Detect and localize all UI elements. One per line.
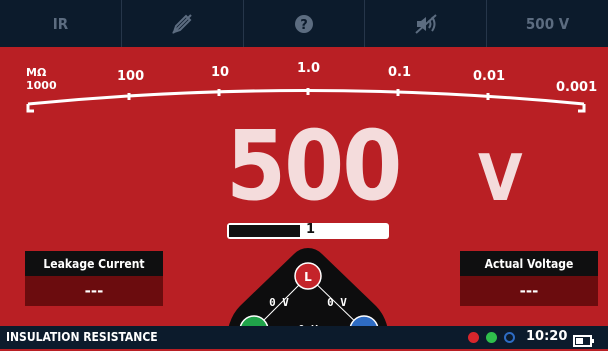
sound-button[interactable] <box>365 0 488 47</box>
help-icon: ? <box>293 13 315 35</box>
level-bar-fill <box>229 225 300 237</box>
test-voltage-button[interactable]: 500 V <box>487 0 608 47</box>
test-voltage-label: 500 V <box>525 14 570 33</box>
svg-text:?: ? <box>300 18 308 33</box>
tick-label: 0.01 <box>473 69 506 84</box>
edit-button[interactable] <box>122 0 244 47</box>
level-bar: 1 <box>227 223 389 239</box>
terminal-l-label: L <box>304 270 312 284</box>
actual-voltage-box: Actual Voltage --- <box>460 251 598 306</box>
mode-button[interactable]: IR <box>0 0 122 47</box>
mode-label: IR <box>52 14 69 33</box>
mode-name: INSULATION RESISTANCE <box>6 330 158 344</box>
actual-voltage-title: Actual Voltage <box>460 251 598 276</box>
tick-label: 0.1 <box>388 65 412 80</box>
reading-value: 500 <box>226 110 402 222</box>
l-n-voltage: 0 V <box>327 296 347 309</box>
leakage-current-value: --- <box>25 276 163 306</box>
level-bar-value: 1 <box>306 223 316 237</box>
actual-voltage-value: --- <box>460 276 598 306</box>
leakage-current-title: Leakage Current <box>25 251 163 276</box>
no-edit-icon <box>171 13 193 35</box>
reading-unit: V <box>478 142 523 216</box>
status-bar: INSULATION RESISTANCE 10:20 <box>0 326 608 349</box>
leakage-current-box: Leakage Current --- <box>25 251 163 306</box>
battery-icon <box>573 332 595 351</box>
muted-sound-icon <box>414 13 438 35</box>
tick-label: 0.001 <box>556 80 598 95</box>
top-toolbar: IR ? 500 V <box>0 0 608 47</box>
tick-label: 100 <box>117 69 145 84</box>
help-button[interactable]: ? <box>244 0 366 47</box>
tick-label: 1000 <box>26 79 57 92</box>
green-indicator-icon <box>486 332 497 343</box>
tick-label: 1.0 <box>297 61 321 76</box>
clock: 10:20 <box>526 329 568 344</box>
tick-label: 10 <box>211 65 230 80</box>
l-pe-voltage: 0 V <box>269 296 289 309</box>
blue-indicator-icon <box>504 332 515 343</box>
red-indicator-icon <box>468 332 479 343</box>
